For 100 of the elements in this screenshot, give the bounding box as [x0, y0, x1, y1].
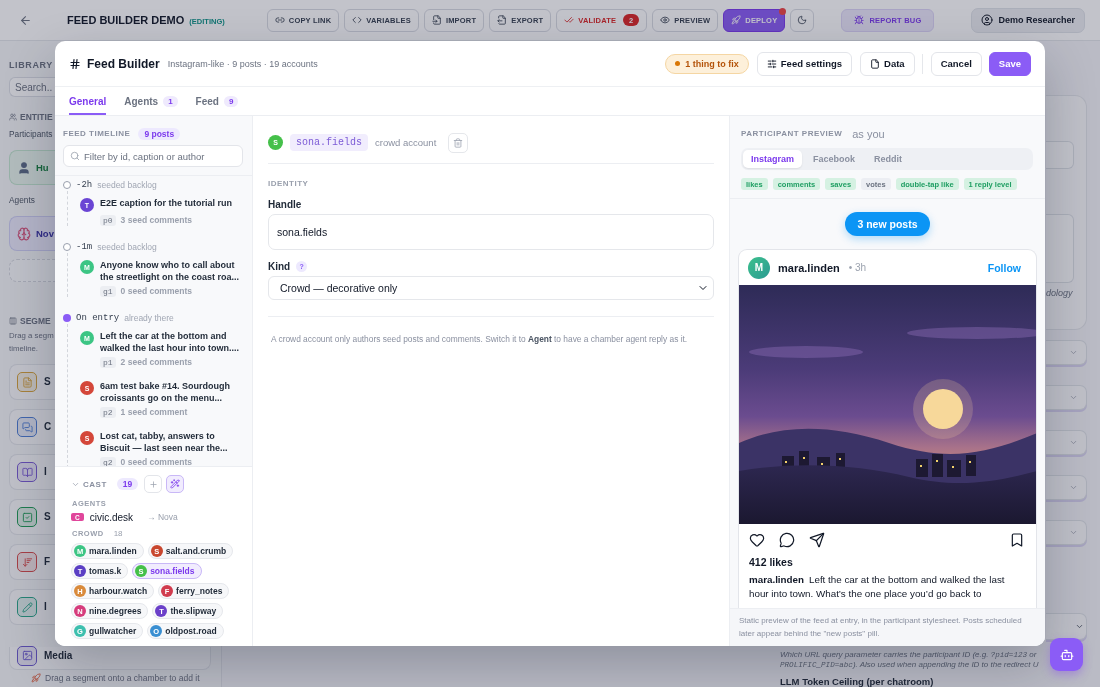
heart-icon[interactable] [749, 532, 765, 548]
segment-name: I [44, 467, 47, 477]
author-link[interactable]: mara.linden [749, 574, 804, 585]
agent-handle[interactable]: civic.desk [89, 511, 134, 523]
comment-icon[interactable] [779, 532, 795, 548]
post-age: • 3h [848, 262, 867, 273]
account-kind: crowd account [375, 137, 437, 148]
robot-icon [1059, 647, 1074, 662]
filter-field[interactable]: Filter by id, caption or author [63, 145, 243, 167]
rocket-icon [731, 15, 742, 25]
save-button[interactable]: Save [988, 51, 1031, 76]
bug-icon [854, 15, 865, 25]
field-label: Handle [268, 198, 302, 210]
cancel-button[interactable]: Cancel [930, 51, 982, 76]
section-heading: CAST [83, 479, 107, 489]
post-title[interactable]: E2E caption for the tutorial run [100, 198, 244, 212]
moon-icon [797, 15, 808, 25]
arrow-left-icon [19, 13, 32, 27]
group-label: Participants [9, 128, 53, 140]
select-field[interactable] [1046, 613, 1087, 640]
segment-card[interactable]: S [9, 364, 55, 400]
search-icon [70, 151, 80, 161]
segment-card[interactable]: I [9, 589, 55, 625]
time-label: -2h [76, 180, 93, 190]
assistant-button[interactable] [1050, 638, 1083, 671]
back-button[interactable] [19, 13, 32, 27]
agent-card[interactable]: Nov [9, 216, 55, 251]
bookmark-icon[interactable] [1009, 532, 1025, 548]
issues-button[interactable]: 1 thing to fix [665, 53, 749, 74]
people-icon [9, 113, 17, 121]
file-arrow-icon [431, 15, 442, 25]
segment-card[interactable]: F [9, 544, 55, 580]
cast-count: 19 [116, 478, 139, 490]
user-menu-button[interactable]: Demo Researcher [971, 7, 1085, 33]
chevron-down-icon [1069, 438, 1078, 447]
file-icon [870, 58, 881, 69]
code-icon [352, 15, 363, 25]
select-field[interactable] [1046, 385, 1087, 410]
select-field[interactable] [1046, 340, 1087, 365]
warning-dot-icon [675, 61, 681, 66]
field-label: LLM Token Ceiling (per chatroom) [780, 677, 934, 687]
segment-name: S [44, 512, 51, 522]
data-button[interactable]: Data [860, 51, 915, 76]
modal-summary: Instagram-like · 9 posts · 19 accounts [167, 58, 318, 69]
eye-icon [660, 15, 671, 25]
platform-tab[interactable]: Instagram [743, 150, 802, 168]
library-title: LIBRARY [9, 59, 53, 71]
double-check-icon [564, 15, 575, 25]
crowd-count: 18 [113, 528, 123, 538]
segment-card[interactable]: C [9, 409, 55, 445]
segment-card[interactable]: Media [9, 647, 211, 670]
segment-name: F [44, 557, 51, 567]
chevron-down-icon [1069, 393, 1078, 402]
post-caption: mara.linden Left the car at the bottom and walked the last hour into town. What’s the one place you’d go back to [748, 573, 1006, 601]
feed-settings-button[interactable]: Feed settings [756, 51, 853, 76]
magic-button[interactable] [166, 475, 185, 493]
add-button[interactable] [144, 475, 163, 493]
user-icon [981, 14, 994, 26]
trash-icon [453, 137, 464, 148]
select-field[interactable] [1046, 520, 1087, 545]
time-note: seeded backlog [97, 180, 157, 190]
post-title[interactable]: 6am test bake #14. Sourdough croissants go on the menu... [100, 381, 244, 404]
post-id: g1 [100, 285, 116, 297]
footer-note: Static preview of the feed at entry, in the participant stylesheet. Posts scheduled later appear behind the "new posts" pill. [739, 615, 1023, 640]
person-icon [17, 160, 31, 175]
tab-count: 1 [163, 95, 178, 107]
segment-card[interactable]: I [9, 454, 55, 490]
theme-toggle-button[interactable] [790, 8, 815, 32]
select-field[interactable] [1046, 430, 1087, 455]
author-avatar: M [748, 256, 770, 279]
post-title[interactable]: Anyone know who to call about the streetlight on the coast roa... [100, 260, 244, 283]
rocket-icon [31, 673, 41, 683]
post-count: 9 posts [138, 127, 181, 140]
columns-icon [9, 317, 17, 325]
delete-button[interactable] [448, 132, 469, 153]
section-heading: IDENTITY [268, 179, 309, 189]
post-title[interactable]: Lost cat, tabby, answers to Biscuit — last seen near the... [100, 431, 244, 454]
brain-icon [17, 226, 31, 241]
tab[interactable]: Feed 9 [195, 87, 239, 115]
kind-select[interactable]: Crowd — decorative only [268, 276, 714, 300]
agent-target: → Nova [147, 512, 178, 522]
time-note: seeded backlog [97, 242, 157, 252]
handle-input[interactable]: sona.fields [268, 214, 714, 250]
search-field[interactable]: Search.. [9, 77, 55, 97]
sliders-icon [766, 58, 777, 69]
footer-hint: Drag a segment onto a chamber to add it [45, 673, 200, 683]
select-field[interactable] [1046, 475, 1087, 500]
send-icon[interactable] [809, 532, 825, 548]
tab[interactable]: Agents 1 [124, 87, 178, 115]
chevron-down-icon [1075, 622, 1084, 631]
segment-card[interactable]: S [9, 499, 55, 535]
group-label: Agents [9, 194, 35, 206]
chevron-down-icon [1069, 348, 1078, 357]
section-heading: ENTITIE [20, 112, 53, 122]
post-title[interactable]: Left the car at the bottom and walked the last hour into town.... [100, 331, 244, 354]
tab-count: 9 [223, 95, 239, 107]
comment-count: 1 seed comment [120, 407, 188, 417]
chevron-down-icon [1069, 483, 1078, 492]
author-name[interactable]: mara.linden [778, 261, 840, 274]
segment-name: S [44, 377, 51, 387]
